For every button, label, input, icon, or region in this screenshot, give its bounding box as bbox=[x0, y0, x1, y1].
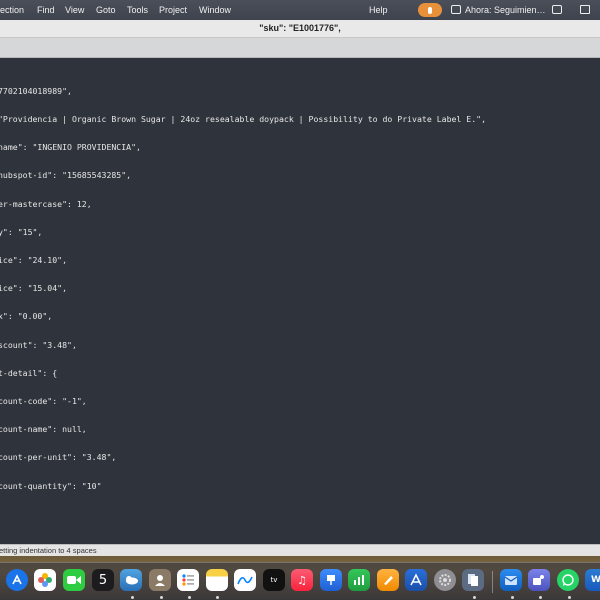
contacts-icon[interactable] bbox=[149, 569, 171, 591]
reminders-icon[interactable] bbox=[177, 569, 199, 591]
code-line: er-mastercase": 12, bbox=[0, 198, 92, 209]
window-icon[interactable] bbox=[580, 5, 590, 14]
menu-find[interactable]: Find bbox=[37, 5, 55, 15]
system-settings-icon[interactable] bbox=[434, 569, 456, 591]
photos-icon[interactable] bbox=[34, 569, 56, 591]
code-line: 7702104018989", bbox=[0, 85, 72, 96]
running-indicator bbox=[539, 596, 542, 599]
running-indicator bbox=[160, 596, 163, 599]
code-line: scount": "3.48", bbox=[0, 339, 77, 350]
running-indicator bbox=[131, 596, 134, 599]
weather-icon[interactable] bbox=[120, 569, 142, 591]
menu-goto[interactable]: Goto bbox=[96, 5, 116, 15]
code-line: count-quantity": "10" bbox=[0, 480, 102, 491]
code-line: count-name": null, bbox=[0, 424, 87, 435]
microphone-icon[interactable] bbox=[418, 3, 442, 17]
code-line: ice": "24.10", bbox=[0, 255, 68, 266]
preview-icon[interactable] bbox=[462, 569, 484, 591]
menu-bar: lection Find View Goto Tools Project Win… bbox=[0, 0, 600, 20]
freeform-icon[interactable] bbox=[234, 569, 256, 591]
word-icon[interactable]: W bbox=[585, 569, 600, 591]
code-line: name": "INGENIO PROVIDENCIA", bbox=[0, 142, 141, 153]
xcode-instruments-icon[interactable] bbox=[405, 569, 427, 591]
code-line: hubspot-id": "15685543285", bbox=[0, 170, 132, 181]
menu-help[interactable]: Help bbox=[369, 5, 388, 15]
whatsapp-icon[interactable] bbox=[557, 569, 579, 591]
app-store-icon[interactable] bbox=[6, 569, 28, 591]
code-line: t-detail": { bbox=[0, 367, 58, 378]
control-center-icon[interactable] bbox=[552, 5, 562, 14]
teams-icon[interactable] bbox=[528, 569, 550, 591]
editor-tab-bar: "sku": "E1001776", bbox=[0, 20, 600, 38]
status-bar: etting indentation to 4 spaces bbox=[0, 544, 600, 556]
screen-share-icon[interactable] bbox=[451, 5, 461, 14]
calendar-status-text[interactable]: Ahora: Seguimien… bbox=[465, 5, 546, 15]
code-line: count-code": "-1", bbox=[0, 396, 87, 407]
keynote-icon[interactable] bbox=[320, 569, 342, 591]
screen: lection Find View Goto Tools Project Win… bbox=[0, 0, 600, 600]
dock: 5 tv ♫ W bbox=[0, 562, 600, 600]
calendar-icon[interactable]: 5 bbox=[92, 569, 114, 591]
running-indicator bbox=[511, 596, 514, 599]
code-editor[interactable]: 7702104018989", "Providencia | Organic B… bbox=[0, 58, 600, 544]
menu-tools[interactable]: Tools bbox=[127, 5, 148, 15]
running-indicator bbox=[216, 596, 219, 599]
editor-tab-title[interactable]: "sku": "E1001776", bbox=[0, 23, 600, 33]
code-line: "Providencia | Organic Brown Sugar | 24o… bbox=[0, 114, 486, 125]
running-indicator bbox=[473, 596, 476, 599]
editor-toolbar bbox=[0, 38, 600, 58]
numbers-icon[interactable] bbox=[348, 569, 370, 591]
menu-window[interactable]: Window bbox=[199, 5, 231, 15]
code-line: ice": "15.04", bbox=[0, 283, 68, 294]
code-line: count-per-unit": "3.48", bbox=[0, 452, 117, 463]
code-line: y": "15", bbox=[0, 226, 43, 237]
status-message: etting indentation to 4 spaces bbox=[0, 546, 97, 555]
running-indicator bbox=[568, 596, 571, 599]
menu-selection[interactable]: lection bbox=[0, 5, 24, 15]
code-text: 7702104018989", "Providencia | Organic B… bbox=[0, 68, 486, 510]
facetime-icon[interactable] bbox=[63, 569, 85, 591]
menu-view[interactable]: View bbox=[65, 5, 84, 15]
notes-icon[interactable] bbox=[206, 569, 228, 591]
menu-project[interactable]: Project bbox=[159, 5, 187, 15]
music-icon[interactable]: ♫ bbox=[291, 569, 313, 591]
running-indicator bbox=[188, 596, 191, 599]
pages-icon[interactable] bbox=[377, 569, 399, 591]
outlook-icon[interactable] bbox=[500, 569, 522, 591]
code-line: x": "0.00", bbox=[0, 311, 53, 322]
dock-separator bbox=[492, 571, 493, 593]
apple-tv-icon[interactable]: tv bbox=[263, 569, 285, 591]
